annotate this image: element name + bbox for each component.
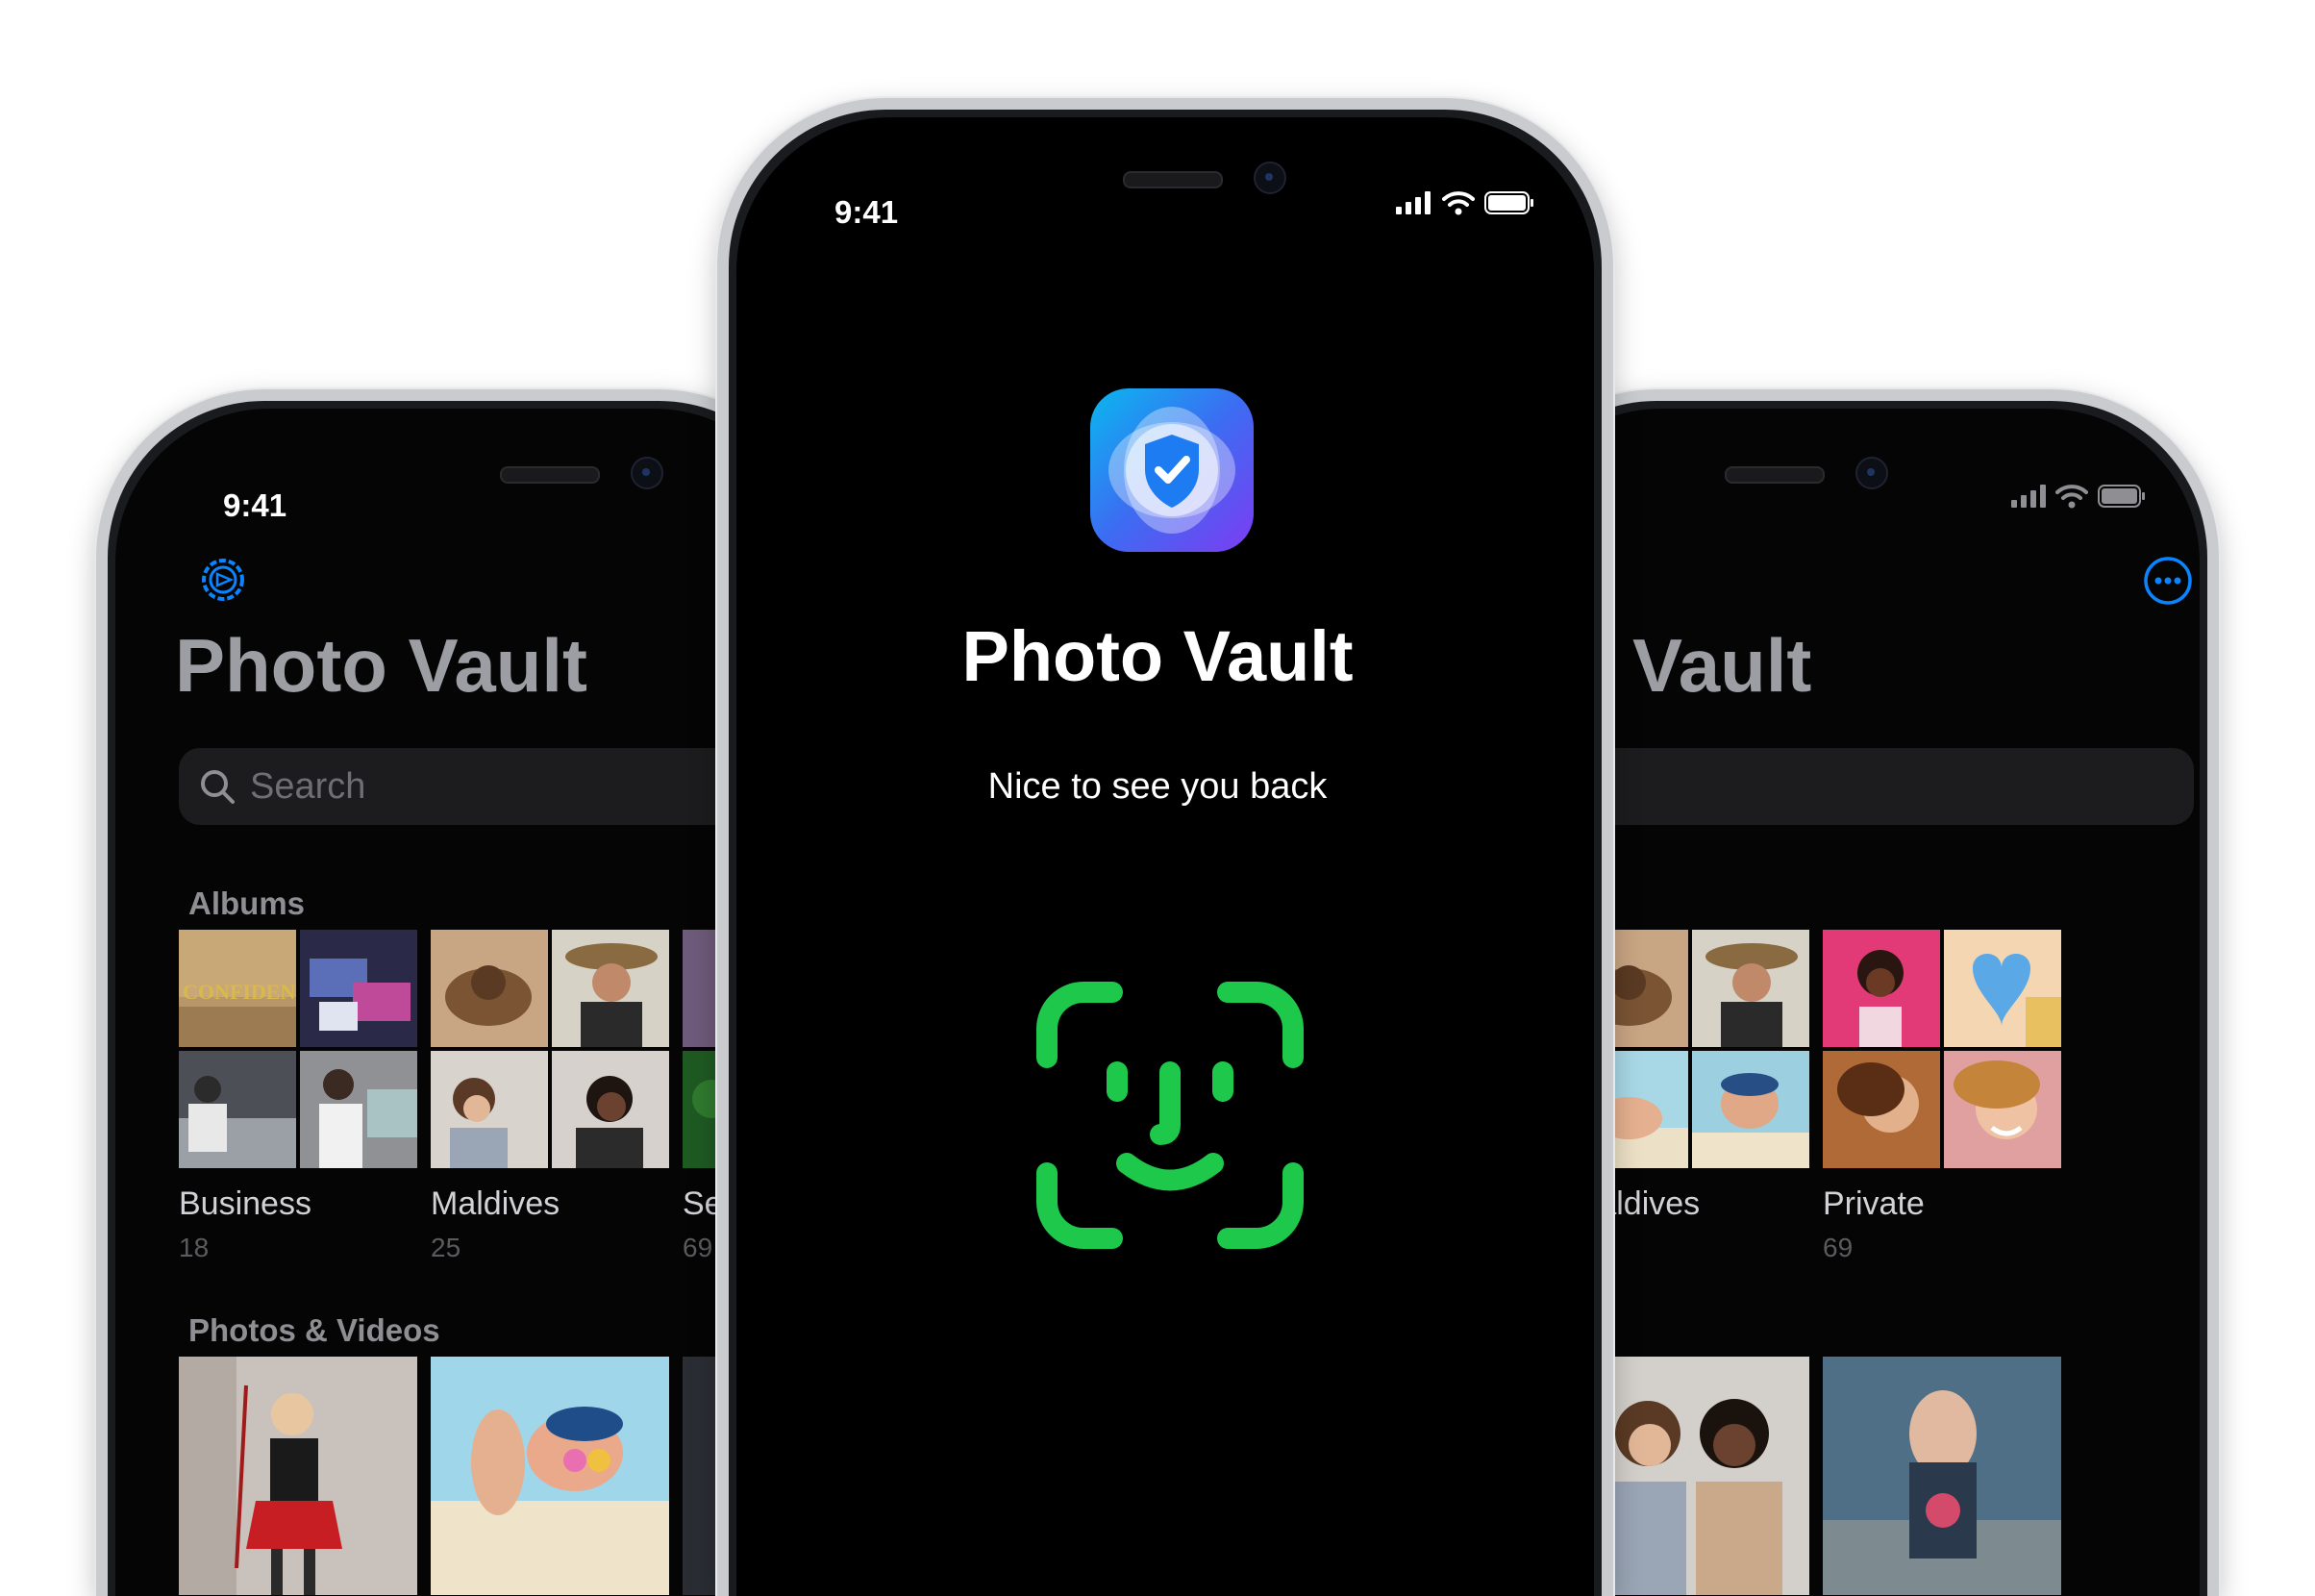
album-name: Maldives [431,1185,560,1222]
album-private[interactable]: Private 69 [1823,930,2061,1263]
album-count: 18 [179,1233,210,1262]
wifi-icon [2055,485,2088,509]
album-thumb [552,930,669,1047]
signal-icon [1396,191,1431,214]
album-thumb [431,930,548,1047]
front-camera [631,457,663,489]
battery-icon [1484,191,1533,214]
speaker-grille [1123,171,1223,188]
album-maldives[interactable]: Maldives 25 [431,930,669,1263]
albums-section-label: Albums [188,885,306,921]
status-icons [1396,190,1534,215]
album-name: Private [1823,1185,1925,1222]
settings-gear-icon[interactable] [198,555,248,605]
signal-icon [2011,485,2046,508]
center-phone-screen: 9:41 [736,117,1594,1596]
album-thumb [1944,930,2061,1047]
speaker-grille [500,466,600,484]
album-name: Business [179,1185,311,1222]
front-camera [1254,162,1286,194]
left-phone-screen: 9:41 Photo Vault Search Albums CONFIDEN [115,409,808,1596]
lock-subtitle: Nice to see you back [987,766,1328,807]
svg-text:CONFIDEN: CONFIDEN [183,980,295,1004]
photo-thumbnail[interactable] [1823,1357,2061,1595]
album-thumb [300,930,417,1047]
album-count: 25 [431,1233,461,1262]
speaker-grille [1725,466,1825,484]
center-phone-frame: 9:41 [717,98,1613,1596]
battery-icon [2098,485,2145,508]
more-options-icon[interactable] [2142,555,2194,607]
album-thumb [1692,930,1809,1047]
album-thumb [552,1051,669,1168]
photo-thumbnail[interactable] [179,1357,417,1595]
lock-title: Photo Vault [961,616,1354,696]
album-count: 69 [1823,1233,1854,1262]
front-camera [1855,457,1888,489]
status-icons [2011,484,2146,509]
album-thumb [1944,1051,2061,1168]
album-business[interactable]: CONFIDEN Business 18 [179,930,417,1263]
status-time: 9:41 [223,487,287,523]
face-id-icon[interactable] [1035,981,1305,1250]
status-time: 9:41 [834,194,899,230]
wifi-icon [1442,191,1475,215]
photos-section-label: Photos & Videos [188,1312,440,1348]
album-thumb [300,1051,417,1168]
album-thumb [1823,930,1940,1047]
album-thumb: CONFIDEN [179,930,296,1047]
photo-thumbnail[interactable] [431,1357,669,1595]
album-thumb [179,1051,296,1168]
album-thumb [431,1051,548,1168]
album-thumb [1692,1051,1809,1168]
app-icon [1090,388,1254,552]
album-thumb [1823,1051,1940,1168]
